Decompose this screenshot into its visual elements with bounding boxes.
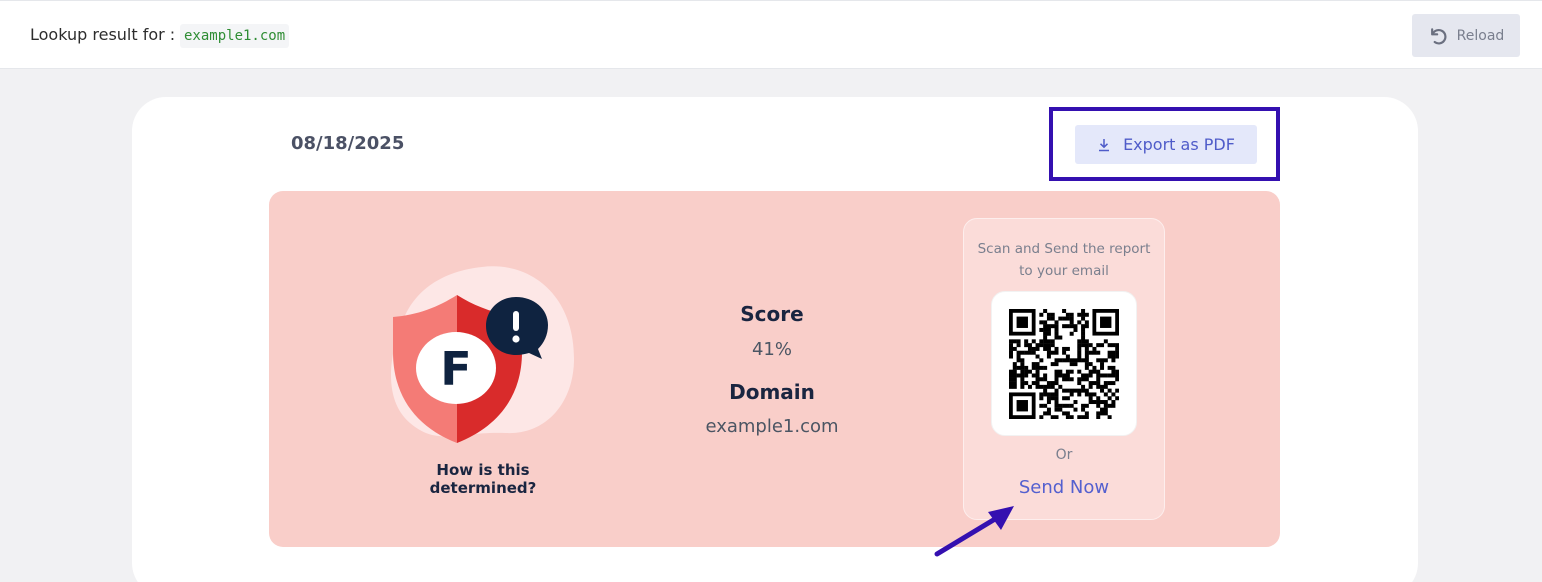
how-determined-link[interactable]: How is this determined?	[386, 461, 580, 497]
or-label: Or	[1055, 447, 1073, 463]
export-pdf-button[interactable]: Export as PDF	[1075, 125, 1257, 164]
pointer-arrow-icon	[934, 506, 1014, 557]
reload-label: Reload	[1456, 27, 1505, 44]
warning-shield-icon: F	[391, 266, 575, 443]
qr-code-box[interactable]	[991, 291, 1137, 436]
grade-shield: F	[388, 263, 578, 448]
domain-label: Domain	[729, 380, 815, 404]
export-pdf-label: Export as PDF	[1123, 135, 1235, 154]
send-now-link[interactable]: Send Now	[994, 477, 1134, 498]
grade-letter: F	[440, 342, 471, 396]
qr-caption: Scan and Send the report to your email	[977, 241, 1151, 279]
lookup-label: Lookup result for :	[30, 25, 176, 44]
domain-value: example1.com	[705, 416, 839, 437]
score-value: 41%	[751, 339, 792, 360]
reload-button[interactable]: Reload	[1412, 14, 1520, 57]
download-icon	[1099, 138, 1110, 151]
report-date: 08/18/2025	[291, 133, 405, 154]
lookup-domain: example1.com	[180, 24, 290, 48]
top-bar: Lookup result for : example1.com Reload	[0, 0, 1542, 69]
score-label: Score	[740, 302, 804, 326]
reload-icon	[1430, 27, 1447, 44]
qr-code-icon	[1009, 308, 1119, 419]
